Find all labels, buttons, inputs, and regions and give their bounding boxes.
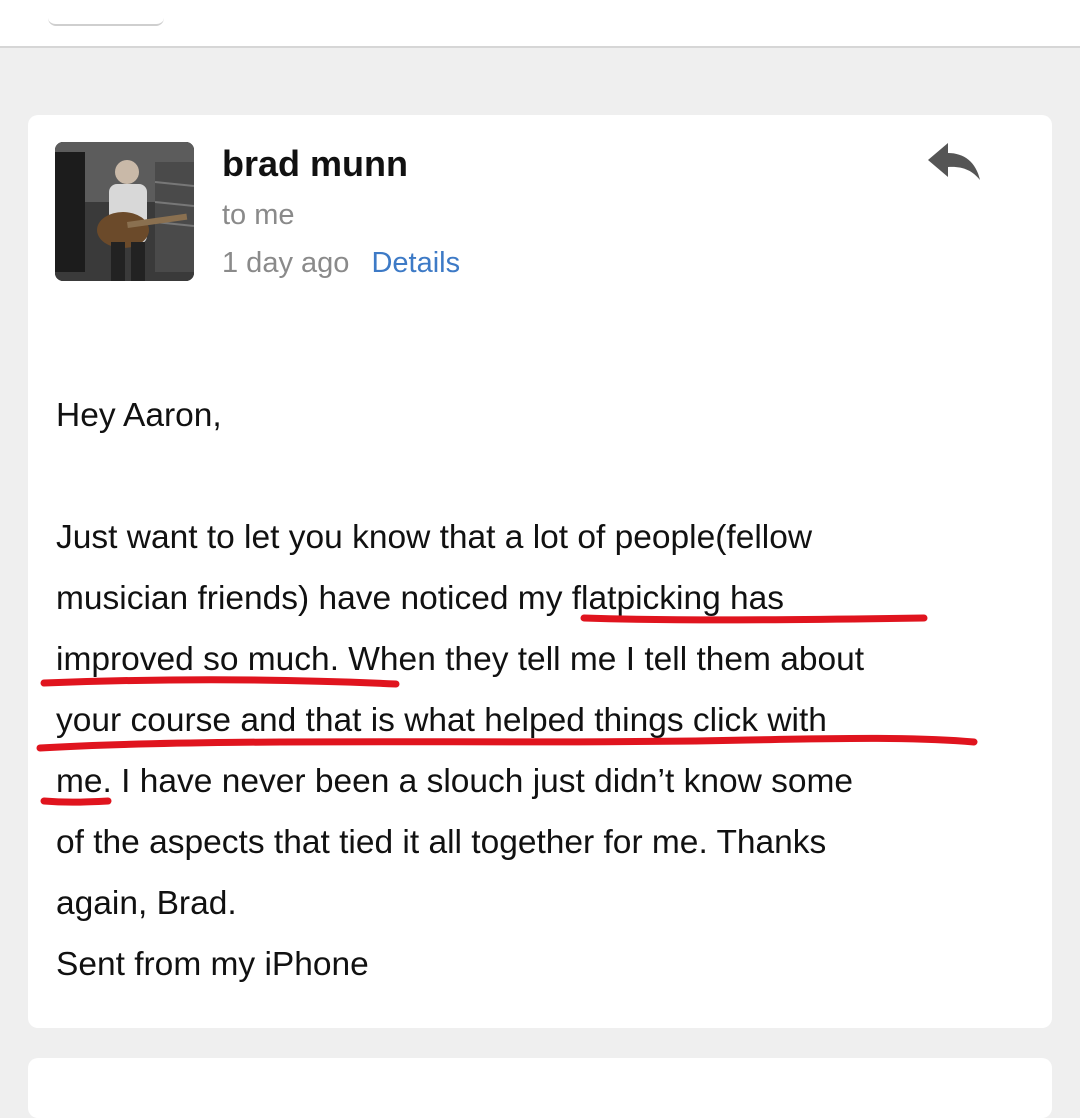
body-line: me. I have never been a slouch just didn… <box>56 763 853 800</box>
body-line: improved so much. When they tell me I te… <box>56 641 865 678</box>
body-line: of the aspects that tied it all together… <box>56 824 827 861</box>
signature-line: Sent from my iPhone <box>56 946 369 983</box>
next-email-card[interactable] <box>28 1058 1052 1118</box>
email-body: Hey Aaron, Just want to let you know tha… <box>56 385 1016 995</box>
sender-name: brad munn <box>222 143 408 184</box>
sender-photo <box>55 142 194 281</box>
email-message-card: brad munn to me 1 day ago Details Hey Aa… <box>28 115 1052 1028</box>
body-line: again, Brad. <box>56 885 237 922</box>
reply-button[interactable] <box>926 140 982 188</box>
email-meta: 1 day ago Details <box>222 247 460 280</box>
top-navigation-bar <box>0 0 1080 48</box>
toolbar-button-stub[interactable] <box>48 0 164 26</box>
details-link[interactable]: Details <box>371 247 460 279</box>
sender-avatar[interactable] <box>55 142 194 281</box>
timestamp: 1 day ago <box>222 247 350 279</box>
body-line: your course and that is what helped thin… <box>56 702 827 739</box>
recipient-label: to me <box>222 199 295 231</box>
greeting: Hey Aaron, <box>56 397 222 434</box>
reply-arrow-icon <box>928 143 980 180</box>
body-line: musician friends) have noticed my flatpi… <box>56 580 785 617</box>
body-line: Just want to let you know that a lot of … <box>56 519 813 556</box>
